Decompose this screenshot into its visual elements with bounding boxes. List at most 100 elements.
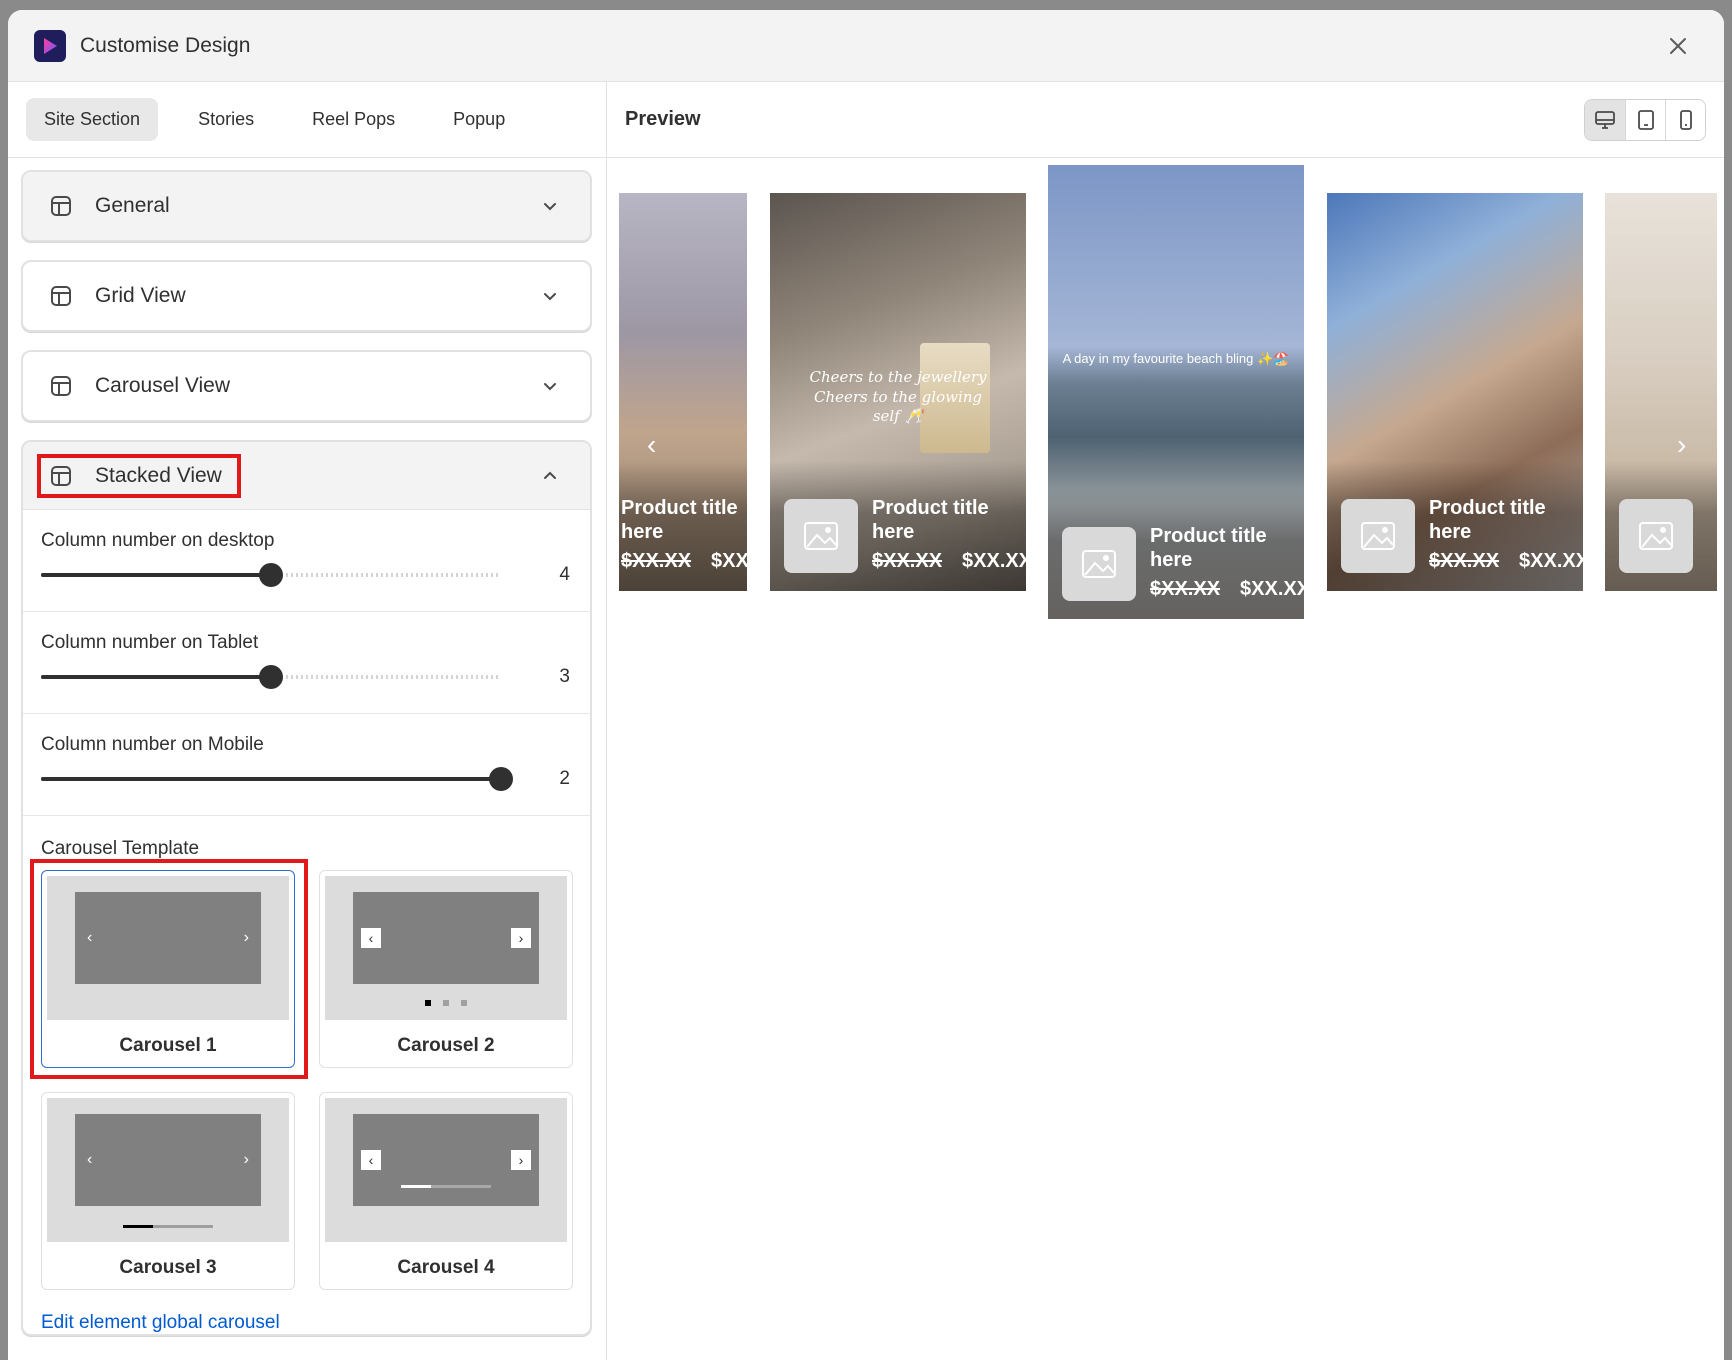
price-new: $XX.XX (1519, 550, 1583, 572)
chevron-left-icon: ‹ (87, 1151, 93, 1168)
accordion-grid-view-header[interactable]: Grid View (23, 262, 590, 330)
template-preview: ‹ › (47, 876, 289, 1020)
desktop-columns-slider[interactable] (41, 563, 501, 587)
product-image-icon (1341, 499, 1415, 573)
template-carousel-1[interactable]: ‹ › Carousel 1 (41, 870, 295, 1068)
accordion-carousel-view-header[interactable]: Carousel View (23, 352, 590, 420)
price-old: $XX.XX (1429, 550, 1500, 572)
product-image-icon (784, 499, 858, 573)
template-carousel-3[interactable]: ‹ › Carousel 3 (41, 1092, 295, 1290)
mobile-icon[interactable] (1665, 99, 1705, 140)
chevron-down-icon (544, 293, 556, 301)
progress-bar (123, 1225, 213, 1228)
edit-global-carousel-link[interactable]: Edit element global carousel (41, 1312, 572, 1334)
product-title: Product title here (1150, 525, 1267, 571)
price-old: $XX.XX (1150, 578, 1221, 600)
settings-list: General Grid View Carousel View Stacked … (8, 158, 606, 1360)
accordion-general-label: General (95, 194, 170, 217)
price-new: $XX.XX (962, 550, 1026, 572)
slider-thumb[interactable] (489, 767, 513, 791)
accordion-grid-view-label: Grid View (95, 284, 186, 307)
tab-site-section[interactable]: Site Section (26, 98, 159, 141)
template-carousel-2[interactable]: ‹ › Carousel 2 (319, 870, 573, 1068)
slider-value: 2 (559, 768, 570, 789)
template-preview: ‹ › (47, 1098, 289, 1242)
tab-stories[interactable]: Stories (180, 98, 272, 141)
layout-icon (51, 376, 71, 396)
modal-header: Customise Design (8, 10, 1724, 82)
settings-panel: Site Section Stories Reel Pops Popup Gen… (8, 82, 607, 1360)
card-caption: Cheers to the jewellery Cheers to the gl… (809, 368, 987, 425)
accordion-grid-view: Grid View (21, 260, 592, 332)
device-toggle (1584, 98, 1706, 141)
video-card[interactable]: Cheers to the jewellery Cheers to the gl… (770, 193, 1026, 591)
preview-panel: Preview Product title here $XX.XX $XX ‹ … (607, 82, 1724, 1360)
product-image-icon (1062, 527, 1136, 601)
chevron-up-icon (544, 471, 556, 479)
price-old: $XX.XX (872, 550, 943, 572)
layout-icon (51, 286, 71, 306)
template-label: Carousel 1 (119, 1035, 217, 1056)
accordion-stacked-view: Stacked View Column number on desktop 4 (21, 440, 592, 1336)
preview-title: Preview (625, 108, 701, 130)
video-card[interactable]: Product title here $XX.XX $XX.XX (1327, 193, 1583, 591)
carousel-template-title: Carousel Template (41, 838, 200, 859)
template-label: Carousel 3 (119, 1257, 217, 1278)
chevron-left-icon: ‹ (361, 928, 381, 948)
tab-popup[interactable]: Popup (435, 98, 523, 141)
video-card[interactable]: Product title here $XX.XX $XX.XX (619, 193, 747, 591)
chevron-right-icon: › (511, 928, 531, 948)
video-card-active[interactable]: A day in my favourite beach bling ✨🏖️ Pr… (1048, 165, 1304, 619)
chevron-right-icon: › (243, 929, 249, 946)
accordion-general: General (21, 170, 592, 242)
app-logo-icon (34, 29, 66, 62)
accordion-carousel-view-label: Carousel View (95, 374, 231, 397)
modal-title: Customise Design (80, 33, 251, 57)
product-title: Product title here (872, 497, 989, 543)
close-icon[interactable] (1658, 26, 1698, 66)
chevron-right-icon: › (511, 1150, 531, 1170)
price-new: $XX.XX (1240, 578, 1304, 600)
chevron-down-icon (544, 383, 556, 391)
tab-reel-pops[interactable]: Reel Pops (294, 98, 413, 141)
accordion-stacked-view-header[interactable]: Stacked View (23, 442, 590, 510)
chevron-left-icon: ‹ (87, 929, 93, 946)
tab-bar: Site Section Stories Reel Pops Popup (8, 82, 606, 158)
slider-value: 4 (559, 564, 570, 585)
layout-icon (51, 196, 71, 216)
tablet-icon[interactable] (1625, 99, 1665, 140)
tablet-columns-slider[interactable] (41, 665, 501, 689)
template-label: Carousel 4 (397, 1257, 495, 1278)
product-title: Product title here (1429, 497, 1546, 543)
template-label: Carousel 2 (397, 1035, 495, 1056)
template-carousel-4[interactable]: ‹ › Carousel 4 (319, 1092, 573, 1290)
slider-thumb[interactable] (259, 665, 283, 689)
chevron-left-icon[interactable]: ‹ (647, 429, 656, 461)
chevron-right-icon[interactable]: › (1677, 429, 1686, 461)
video-card[interactable] (1605, 193, 1717, 591)
slider-label: Column number on Mobile (41, 734, 264, 755)
slider-mobile-columns: Column number on Mobile 2 (23, 714, 590, 816)
slider-label: Column number on desktop (41, 530, 275, 551)
chevron-left-icon: ‹ (361, 1150, 381, 1170)
template-preview: ‹ › (325, 1098, 567, 1242)
slider-label: Column number on Tablet (41, 632, 259, 653)
chevron-down-icon (544, 203, 556, 211)
carousel-template-section: Carousel Template ‹ › Carousel 1 ‹ › Car… (23, 816, 590, 1334)
mobile-columns-slider[interactable] (41, 767, 513, 791)
slider-tablet-columns: Column number on Tablet 3 (23, 612, 590, 714)
accordion-stacked-view-label: Stacked View (95, 463, 222, 487)
price-old: $XX.XX (621, 550, 692, 572)
carousel-preview: Product title here $XX.XX $XX.XX ‹ Cheers … (607, 159, 1724, 1360)
template-preview: ‹ › (325, 876, 567, 1020)
chevron-right-icon: › (243, 1151, 249, 1168)
slider-desktop-columns: Column number on desktop 4 (23, 510, 590, 612)
progress-bar (401, 1185, 491, 1188)
slider-value: 3 (559, 666, 570, 687)
product-image-icon (1619, 499, 1693, 573)
slider-thumb[interactable] (259, 563, 283, 587)
accordion-general-header[interactable]: General (23, 172, 590, 240)
pagination-dots (325, 1000, 567, 1006)
desktop-icon[interactable] (1585, 99, 1625, 140)
card-caption: A day in my favourite beach bling ✨🏖️ (1062, 351, 1290, 366)
